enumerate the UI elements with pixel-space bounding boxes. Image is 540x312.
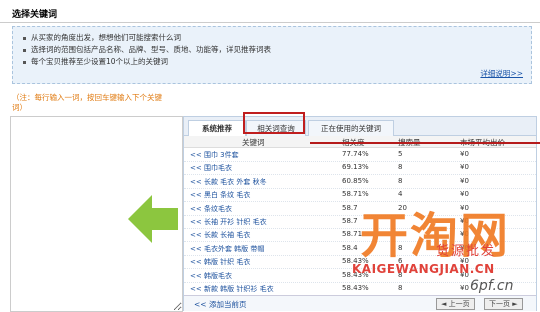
tab-bar: 系统推荐 相关词查询 正在使用的关键词	[184, 117, 536, 137]
keyword-cell[interactable]: << 条纹毛衣	[190, 204, 232, 214]
tip-item: 选择词的范围包括产品名称、品牌、型号、质地、功能等，详见推荐词表	[23, 44, 271, 55]
column-keyword: 关键词	[242, 138, 265, 147]
add-current-page-link[interactable]: << 添加当前页	[194, 299, 246, 310]
table-row[interactable]: << 长款 毛衣 外套 秋冬 60.85% 8 ¥0	[184, 175, 536, 189]
volume-cell: 8	[398, 176, 403, 185]
price-cell: ¥0	[460, 176, 469, 185]
keyword-cell[interactable]: << 长款 毛衣 外套 秋冬	[190, 177, 267, 187]
volume-cell: 5	[398, 150, 403, 158]
price-cell: ¥0	[460, 150, 469, 158]
keyword-cell[interactable]: << 围巾 3件套	[190, 150, 239, 160]
bullet-icon	[23, 36, 26, 40]
price-cell: ¥0	[460, 284, 469, 292]
relevance-cell: 58.43%	[342, 284, 369, 292]
table-row[interactable]: << 围巾 3件套 77.74% 5 ¥0	[184, 148, 536, 162]
relevance-cell: 58.7	[342, 217, 358, 225]
tips-box: 从买家的角度出发，想想他们可能搜索什么词 选择词的范围包括产品名称、品牌、型号、…	[12, 26, 532, 84]
title-bar: 选择关键词	[0, 0, 540, 23]
keyword-cell[interactable]: << 毛衣外套 韩版 带帽	[190, 244, 264, 254]
keyword-cell[interactable]: << 韩版毛衣	[190, 271, 232, 281]
relevance-cell: 69.13%	[342, 163, 369, 172]
relevance-cell: 60.85%	[342, 176, 369, 185]
bullet-icon	[23, 48, 26, 52]
volume-cell: 8	[398, 284, 403, 292]
keyword-cell[interactable]: << 长款 长袖 毛衣	[190, 230, 250, 240]
volume-cell: 8	[398, 163, 403, 172]
keyword-cell[interactable]: << 围巾毛衣	[190, 163, 232, 173]
next-page-button[interactable]: 下一页 ►	[484, 298, 523, 310]
bullet-icon	[23, 60, 26, 64]
highlight-box	[243, 112, 305, 134]
arrow-left-icon	[128, 195, 178, 243]
keyword-cell[interactable]: << 新款 韩版 针织衫 毛衣	[190, 284, 274, 294]
highlight-line	[310, 142, 540, 144]
price-cell: ¥0	[460, 163, 469, 172]
keyword-cell[interactable]: << 黑白 条纹 毛衣	[190, 190, 250, 200]
tab-system-recommend[interactable]: 系统推荐	[188, 120, 246, 137]
tip-item: 每个宝贝推荐至少设置10个以上的关键词	[23, 56, 168, 67]
detail-link[interactable]: 详细说明>>	[480, 68, 523, 79]
tip-item: 从买家的角度出发，想想他们可能搜索什么词	[23, 32, 181, 43]
relevance-cell: 58.4	[342, 243, 358, 252]
relevance-cell: 77.74%	[342, 150, 369, 158]
watermark-en: KAIGEWANGJIAN.CN	[352, 262, 495, 276]
watermark-site: 6pf.cn	[470, 278, 514, 294]
table-row[interactable]: << 围巾毛衣 69.13% 8 ¥0	[184, 161, 536, 176]
relevance-cell: 58.7	[342, 203, 358, 212]
keyword-cell[interactable]: << 长袖 开衫 针织 毛衣	[190, 217, 267, 227]
tab-keywords-in-use[interactable]: 正在使用的关键词	[308, 120, 394, 136]
input-note: （注：每行输入一词，按回车键输入下个关键词）	[12, 93, 162, 112]
keyword-cell[interactable]: << 韩版 针织 毛衣	[190, 257, 250, 267]
page-title: 选择关键词	[12, 10, 58, 20]
watermark-cn: 货源批发	[436, 244, 497, 259]
prev-page-button[interactable]: ◄ 上一页	[436, 298, 475, 310]
